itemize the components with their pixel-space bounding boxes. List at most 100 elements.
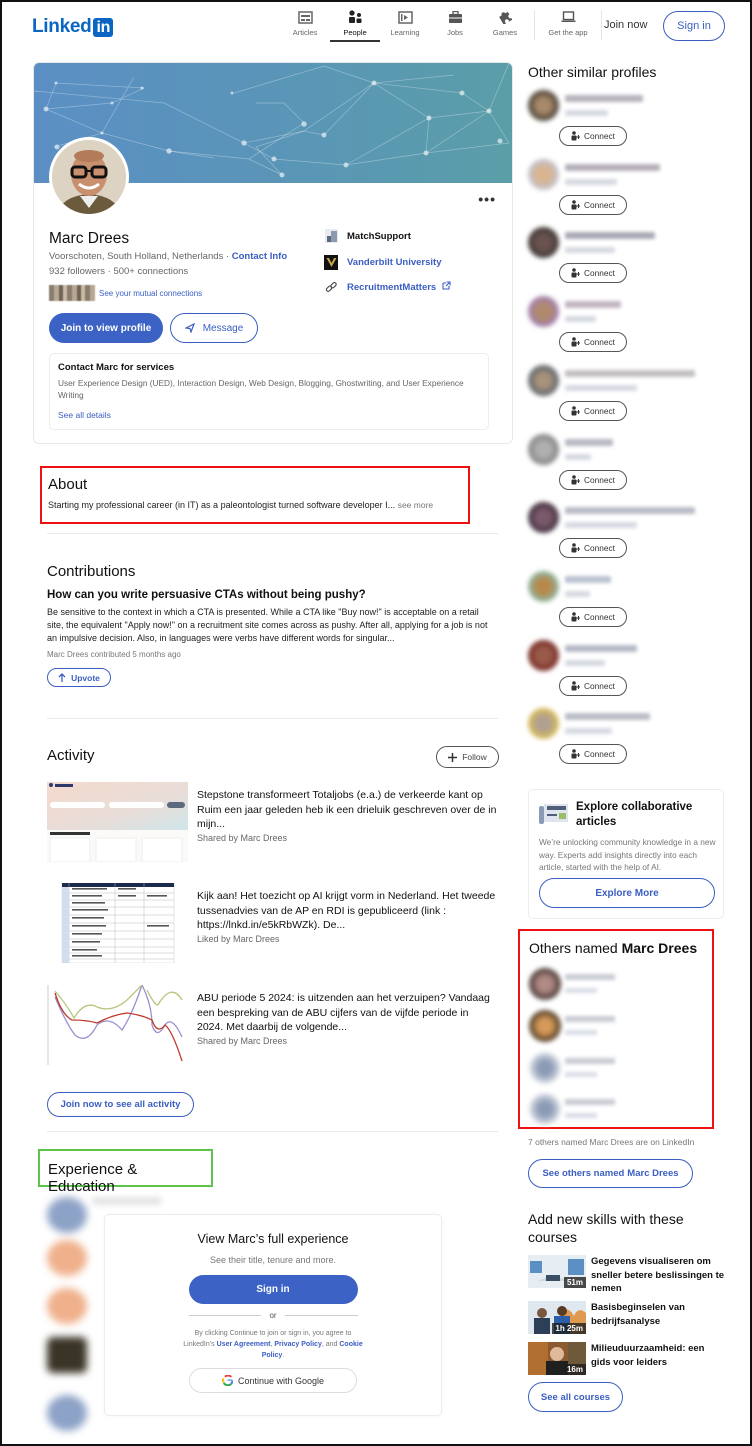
see-others-named-button[interactable]: See others named Marc Drees [528,1159,693,1188]
similar-profile-item[interactable]: Connect [528,570,728,637]
contribution-meta: Marc Drees contributed 5 months ago [47,650,181,659]
contribution-question[interactable]: How can you write persuasive CTAs withou… [47,589,497,601]
activity-thumbnail [47,883,188,963]
connect-button[interactable]: Connect [559,606,627,627]
nav-label: Articles [292,28,318,37]
see-all-activity-button[interactable]: Join now to see all activity [47,1092,194,1117]
connect-button[interactable]: Connect [559,194,627,215]
avatar [528,364,559,396]
avatar [528,296,559,328]
linkedin-logo[interactable]: Linked in [32,16,114,38]
connect-label: Connect [584,680,615,691]
others-named-item[interactable] [529,968,689,1002]
others-named-item[interactable] [529,1052,689,1086]
similar-profile-item[interactable]: Connect [528,158,728,225]
join-to-view-profile-button[interactable]: Join to view profile [49,313,163,343]
blurred-text [92,1197,162,1205]
see-all-courses-button[interactable]: See all courses [528,1382,623,1412]
blurred-headline [565,453,591,460]
activity-body: ABU periode 5 2024: is uitzenden aan het… [197,991,497,1046]
continue-with-google-button[interactable]: Continue with Google [189,1368,357,1393]
more-options-icon[interactable]: ••• [478,191,496,207]
follow-label: Follow [462,752,487,762]
avatar [529,968,561,1000]
followers-count: 932 followers [49,266,105,277]
nav-divider [601,10,602,40]
connect-button[interactable]: Connect [559,332,627,353]
link-icon [324,280,338,294]
upvote-label: Upvote [71,672,100,683]
briefcase-icon [447,10,463,24]
others-named-item[interactable] [529,1010,689,1044]
others-named-item[interactable] [529,1093,689,1127]
contact-info-link[interactable]: Contact Info [232,251,287,262]
similar-profile-item[interactable]: Connect [528,227,728,293]
nav-articles[interactable]: Articles [280,10,330,42]
table-document-icon [47,883,188,963]
connect-label: Connect [584,131,615,141]
message-button[interactable]: Message [170,313,258,343]
blurred-name [565,974,615,980]
upvote-button[interactable]: Upvote [47,668,111,687]
avatar [528,227,559,259]
nav-label: Games [492,28,518,37]
blurred-name [565,1099,615,1105]
similar-profile-item[interactable]: Connect [528,639,728,706]
affiliation-website[interactable]: RecruitmentMatters [324,280,451,294]
see-more-link[interactable]: see more [398,500,433,510]
connect-label: Connect [584,749,615,760]
connect-button[interactable]: Connect [559,744,627,765]
similar-profile-item[interactable]: Connect [528,433,728,500]
similar-profile-item[interactable]: Connect [528,502,728,568]
others-named-section: Others named Marc Drees [518,929,714,1129]
join-now-link[interactable]: Join now [604,19,647,31]
nav-learning[interactable]: Learning [380,10,430,42]
connect-button[interactable]: Connect [559,400,627,421]
explore-articles-card: Explore collaborative articles We’re unl… [528,789,724,919]
profile-name: Marc Drees [49,230,130,247]
similar-profile-item[interactable]: Connect [528,364,728,431]
see-all-details-link[interactable]: See all details [58,410,480,420]
contributions-title: Contributions [47,563,136,580]
similar-profile-item[interactable]: Connect [528,90,728,156]
nav-jobs[interactable]: Jobs [430,10,480,42]
nav-games[interactable]: Games [480,10,530,42]
user-agreement-link[interactable]: User Agreement [217,1341,271,1348]
puzzle-icon [497,10,513,24]
affiliation-university[interactable]: Vanderbilt University [324,254,442,270]
connect-button[interactable]: Connect [559,126,627,146]
course-duration: 51m [563,1277,586,1288]
follow-button[interactable]: Follow [436,746,499,768]
avatar [528,570,559,602]
activity-title-text: ABU periode 5 2024: is uitzenden aan het… [197,992,490,1033]
nav-divider [534,10,535,40]
privacy-policy-link[interactable]: Privacy Policy [274,1341,321,1348]
avatar [528,158,559,190]
explore-more-button[interactable]: Explore More [539,878,715,908]
activity-item[interactable]: ABU periode 5 2024: is uitzenden aan het… [47,985,499,1065]
add-person-icon [571,474,581,484]
similar-profile-item[interactable]: Connect [528,708,728,774]
blurred-name [565,163,660,171]
add-person-icon [571,680,581,691]
affiliation-company[interactable]: MatchSupport [324,229,411,243]
connect-button[interactable]: Connect [559,675,627,696]
avatar [529,1093,561,1125]
profile-avatar[interactable] [49,137,129,217]
mutual-connections-link[interactable]: See your mutual connections [99,289,202,298]
activity-item[interactable]: Kijk aan! Het toezicht op AI krijgt vorm… [47,883,499,963]
company-logo-icon [324,229,338,243]
gate-sign-in-button[interactable]: Sign in [188,1275,358,1304]
add-person-icon [571,131,581,141]
connect-button[interactable]: Connect [559,538,627,559]
course-title: Gegevens visualiseren om sneller betere … [591,1256,725,1294]
nav-get-the-app[interactable]: Get the app [539,10,597,42]
similar-profile-item[interactable]: Connect [528,296,728,362]
connect-button[interactable]: Connect [559,263,627,284]
activity-item[interactable]: Stepstone transformeert Totaljobs (e.a.)… [47,782,499,862]
connect-button[interactable]: Connect [559,469,627,490]
others-title-prefix: Others named [529,940,618,956]
blurred-name [565,1016,615,1022]
nav-people[interactable]: People [330,10,380,42]
sign-in-button[interactable]: Sign in [663,11,725,41]
